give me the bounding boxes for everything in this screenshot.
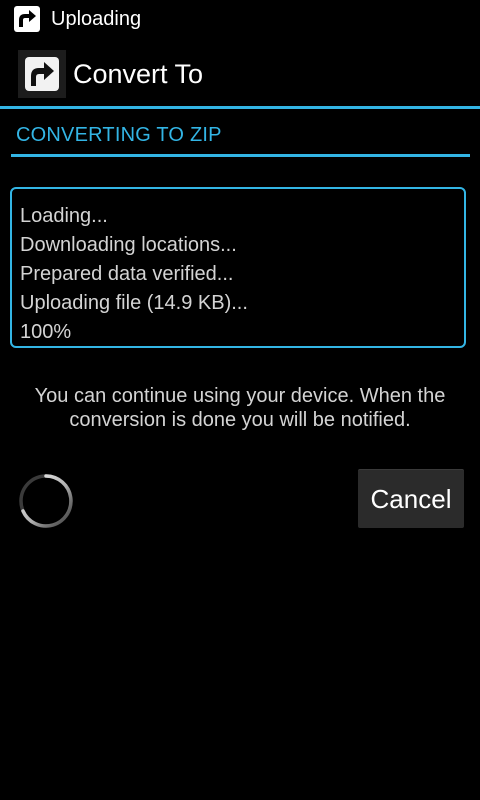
progress-log: Loading... Downloading locations... Prep… xyxy=(10,187,466,348)
action-bar-divider xyxy=(0,106,480,109)
log-line: Downloading locations... xyxy=(20,234,237,256)
log-line: Prepared data verified... xyxy=(20,263,234,285)
status-bar: Uploading xyxy=(0,0,480,38)
log-line: Uploading file (14.9 KB)... xyxy=(20,292,248,314)
dialog-title: CONVERTING TO ZIP xyxy=(16,124,222,146)
convert-arrow-icon[interactable] xyxy=(18,50,66,98)
app-title: Convert To xyxy=(73,59,204,89)
log-line: Loading... xyxy=(20,205,108,227)
notification-title: Uploading xyxy=(51,8,142,30)
title-divider xyxy=(11,154,470,157)
convert-arrow-icon xyxy=(14,6,40,32)
cancel-button[interactable]: Cancel xyxy=(358,469,464,528)
info-message: You can continue using your device. When… xyxy=(34,385,446,431)
action-bar: Convert To xyxy=(0,40,480,106)
loading-spinner-icon xyxy=(19,474,73,528)
log-line: 100% xyxy=(20,321,72,343)
